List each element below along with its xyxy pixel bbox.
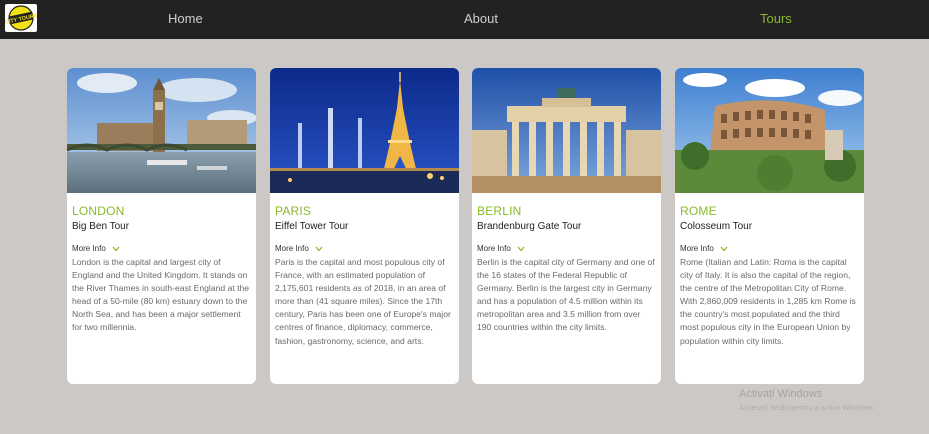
tour-card-rome: ROME Colosseum Tour More Info Rome (Ital… <box>675 68 864 384</box>
watermark-title: Activați Windows <box>739 388 823 400</box>
card-city: BERLIN <box>477 204 522 218</box>
more-info-label: More Info <box>477 244 511 253</box>
windows-activation-watermark: Activați Windows Accesați Setări pentru … <box>739 388 875 412</box>
tour-card-berlin: BERLIN Brandenburg Gate Tour More Info B… <box>472 68 661 384</box>
eiffel-tower-photo <box>270 68 459 193</box>
card-description: Rome (Italian and Latin: Roma is the cap… <box>680 257 856 346</box>
chevron-down-icon <box>112 246 120 251</box>
card-city: PARIS <box>275 204 312 218</box>
colosseum-photo <box>675 68 864 193</box>
chevron-down-icon <box>315 246 323 251</box>
card-description: London is the capital and largest city o… <box>72 257 250 333</box>
more-info-toggle[interactable]: More Info <box>275 244 323 253</box>
card-city: LONDON <box>72 204 125 218</box>
navbar: CITY TOURS Home About Tours <box>0 0 929 39</box>
more-info-toggle[interactable]: More Info <box>680 244 728 253</box>
more-info-label: More Info <box>680 244 714 253</box>
card-description: Berlin is the capital city of Germany an… <box>477 257 655 333</box>
tour-card-london: LONDON Big Ben Tour More Info London is … <box>67 68 256 384</box>
more-info-label: More Info <box>72 244 106 253</box>
chevron-down-icon <box>720 246 728 251</box>
tour-card-paris: PARIS Eiffel Tower Tour More Info Paris … <box>270 68 459 384</box>
card-tour-name: Big Ben Tour <box>72 221 130 232</box>
card-city: ROME <box>680 204 717 218</box>
nav-home[interactable]: Home <box>168 11 203 26</box>
card-description: Paris is the capital and most populous c… <box>275 257 451 346</box>
nav-tours[interactable]: Tours <box>760 11 792 26</box>
card-tour-name: Colosseum Tour <box>680 221 753 232</box>
logo[interactable]: CITY TOURS <box>5 4 37 32</box>
card-tour-name: Brandenburg Gate Tour <box>477 221 582 232</box>
big-ben-photo <box>67 68 256 193</box>
brandenburg-gate-photo <box>472 68 661 193</box>
watermark-subtitle: Accesați Setări pentru a activa Windows. <box>739 403 875 412</box>
chevron-down-icon <box>517 246 525 251</box>
nav-about[interactable]: About <box>464 11 498 26</box>
more-info-toggle[interactable]: More Info <box>72 244 120 253</box>
more-info-toggle[interactable]: More Info <box>477 244 525 253</box>
more-info-label: More Info <box>275 244 309 253</box>
card-tour-name: Eiffel Tower Tour <box>275 221 349 232</box>
